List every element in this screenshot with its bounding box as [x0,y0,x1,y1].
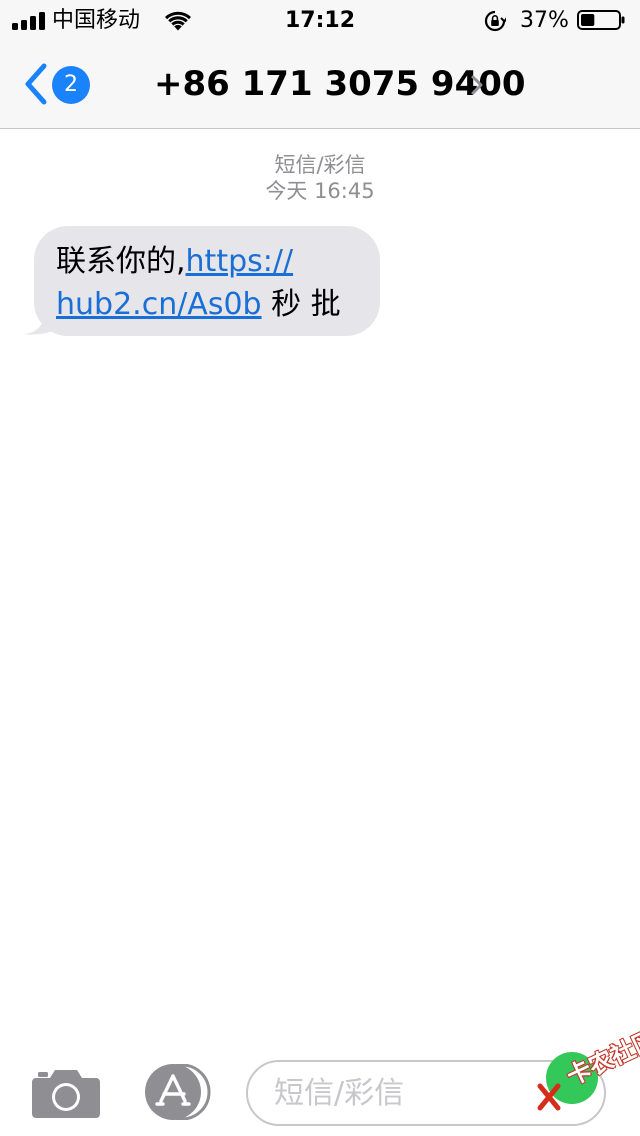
nav-bar: 2 +86 171 3075 9400 [0,40,640,129]
message-text: 联系你的,https:// hub2.cn/As0b 秒 批 [56,240,356,326]
message-link-part-2[interactable]: hub2.cn/As0b [56,287,262,322]
messages-screen: 中国移动 17:12 37% 2 +86 171 3075 9400 短信/彩信… [0,0,640,1136]
message-prefix: 联系你的, [56,244,186,279]
rotation-lock-icon [484,10,506,32]
status-bar: 中国移动 17:12 37% [0,0,640,40]
message-line-2: hub2.cn/As0b 秒 批 [56,283,356,326]
back-button[interactable]: 2 [18,60,98,108]
battery-percent: 37% [520,8,569,33]
message-link-part-1[interactable]: https:// [186,244,294,279]
app-store-icon[interactable] [140,1064,214,1120]
contact-title[interactable]: +86 171 3075 9400 [150,62,526,106]
kanong-logo-icon [537,1083,561,1111]
message-line-1: 联系你的,https:// [56,240,356,283]
chevron-left-icon [25,63,47,105]
unread-count-badge: 2 [52,66,90,104]
thread-meta: 短信/彩信 今天 16:45 [0,152,640,204]
watermark: 卡农社区 [532,1025,640,1118]
service-label: 短信/彩信 [274,153,366,177]
camera-icon[interactable] [32,1066,100,1118]
battery-icon [577,10,625,30]
message-timestamp: 今天 16:45 [265,179,375,203]
watermark-text: 卡农社区 [562,1024,640,1091]
chevron-right-icon [471,75,483,95]
message-suffix: 秒 批 [261,287,341,322]
message-bubble-incoming[interactable]: 联系你的,https:// hub2.cn/As0b 秒 批 [22,226,392,340]
message-input-placeholder: 短信/彩信 [274,1076,405,1111]
